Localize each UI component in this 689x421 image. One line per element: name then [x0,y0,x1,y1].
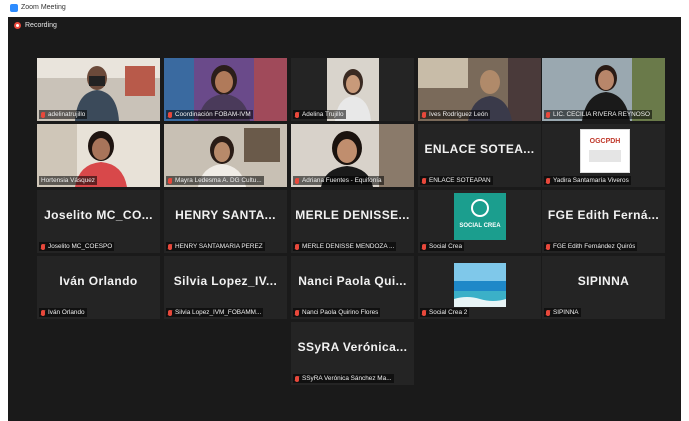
participant-display-name: SIPINNA [577,274,630,288]
zoom-app-icon [10,3,18,12]
participant-display-name: FGE Edith Ferná... [547,208,660,222]
logo-graphic [589,150,621,162]
participant-tile[interactable]: Iván Orlando Iván Orlando [37,256,160,319]
participant-tile[interactable]: Mayra Ledesma A. DG Cultu... [164,124,287,187]
participant-tile[interactable]: Coordinación FOBAM-IVM [164,58,287,121]
microphone-muted-icon [295,111,299,118]
microphone-muted-icon [546,111,550,118]
participant-tile[interactable]: SIPINNA SIPINNA [542,256,665,319]
microphone-muted-icon [546,309,550,316]
participant-label: SSyRA Verónica Sánchez Ma... [293,374,394,383]
social-crea-logo: SOCIAL CREA [454,193,506,240]
recording-icon [14,22,21,29]
microphone-muted-icon [295,309,299,316]
participant-display-name: ENLACE SOTEA... [424,142,535,156]
participant-display-name: Iván Orlando [59,274,138,288]
participant-display-name: SSyRA Verónica... [297,340,408,354]
microphone-muted-icon [168,243,172,250]
participant-tile[interactable]: OGCPDH Yadira Santamaría Viveros [542,124,665,187]
window-title: Zoom Meeting [21,4,66,11]
participant-display-name: Nanci Paola Qui... [298,274,407,288]
participant-tile[interactable]: Ives Rodríguez León [418,58,541,121]
participant-label: Hortensia Vásquez [39,176,97,185]
participant-label: Silvia Lopez_IVM_FOBAMM... [166,308,264,317]
participant-display-name: HENRY SANTA... [175,208,276,222]
participant-display-name: Joselito MC_CO... [44,208,153,222]
participant-tile[interactable]: ENLACE SOTEA... ENLACE SOTEAPAN [418,124,541,187]
participant-tile[interactable]: HENRY SANTA... HENRY SANTAMARIA PEREZ [164,190,287,253]
logo-text: SOCIAL CREA [459,223,501,229]
window-titlebar: Zoom Meeting [0,0,689,15]
microphone-muted-icon [295,243,299,250]
microphone-muted-icon [422,309,426,316]
microphone-muted-icon [168,111,172,118]
logo-emblem-icon [471,199,489,217]
participant-tile[interactable]: adelinatrujillo [37,58,160,121]
beach-photo [454,263,506,307]
microphone-muted-icon [546,243,550,250]
microphone-muted-icon [546,177,550,184]
participant-label: ENLACE SOTEAPAN [420,176,493,185]
participant-label: Coordinación FOBAM-IVM [166,110,253,119]
microphone-muted-icon [168,177,172,184]
meeting-window: Recording adelinatrujillo Coordinación F… [8,17,681,421]
participant-label: Adriana Fuentes - Equifonía [293,176,384,185]
participant-label: adelinatrujillo [39,110,88,119]
participant-label: LIC. CECILIA RIVERA REYNOSO [544,110,652,119]
participant-label: FGE Edith Fernández Quirós [544,242,638,251]
participant-label: Ives Rodríguez León [420,110,490,119]
participant-label: Yadira Santamaría Viveros [544,176,631,185]
microphone-muted-icon [422,111,426,118]
microphone-muted-icon [168,309,172,316]
participant-tile[interactable]: MERLE DENISSE... MERLE DENISSE MENDOZA .… [291,190,414,253]
participant-label: Iván Orlando [39,308,87,317]
participant-tile[interactable]: Adelina Trujillo [291,58,414,121]
participant-tile-active-speaker[interactable]: Hortensia Vásquez [37,124,160,187]
participant-label: Joselito MC_COESPO [39,242,115,251]
participant-tile[interactable]: FGE Edith Ferná... FGE Edith Fernández Q… [542,190,665,253]
participant-label: Nanci Paola Quirino Flores [293,308,381,317]
participant-label: MERLE DENISSE MENDOZA ... [293,242,397,251]
participant-label: Social Crea 2 [420,308,470,317]
participant-label: Social Crea [420,242,465,251]
participant-label: HENRY SANTAMARIA PEREZ [166,242,265,251]
microphone-muted-icon [295,375,299,382]
participant-tile[interactable]: Social Crea 2 [418,256,541,319]
organization-logo: OGCPDH [580,129,630,173]
participant-tile[interactable]: SSyRA Verónica... SSyRA Verónica Sánchez… [291,322,414,385]
participant-display-name: MERLE DENISSE... [295,208,410,222]
participant-label: Mayra Ledesma A. DG Cultu... [166,176,264,185]
participant-tile[interactable]: LIC. CECILIA RIVERA REYNOSO [542,58,665,121]
microphone-muted-icon [41,243,45,250]
participant-tile[interactable]: Silvia Lopez_IV... Silvia Lopez_IVM_FOBA… [164,256,287,319]
microphone-muted-icon [41,309,45,316]
recording-indicator[interactable]: Recording [14,22,57,29]
participant-tile[interactable]: SOCIAL CREA Social Crea [418,190,541,253]
participant-tile[interactable]: Nanci Paola Qui... Nanci Paola Quirino F… [291,256,414,319]
microphone-muted-icon [422,243,426,250]
participant-display-name: Silvia Lopez_IV... [173,274,278,288]
microphone-muted-icon [41,111,45,118]
participant-label: Adelina Trujillo [293,110,346,119]
participant-tile[interactable]: Adriana Fuentes - Equifonía [291,124,414,187]
microphone-muted-icon [422,177,426,184]
participant-tile[interactable]: Joselito MC_CO... Joselito MC_COESPO [37,190,160,253]
logo-text: OGCPDH [589,138,621,145]
recording-label: Recording [25,22,57,29]
microphone-muted-icon [295,177,299,184]
participant-label: SIPINNA [544,308,581,317]
